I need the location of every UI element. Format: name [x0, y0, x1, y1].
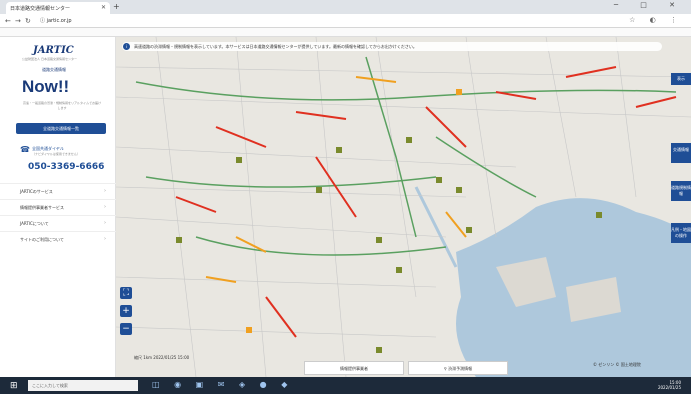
- incident-marker: [406, 137, 412, 143]
- river: [414, 186, 458, 268]
- zoom-in-button[interactable]: +: [120, 305, 132, 317]
- back-icon[interactable]: ←: [5, 17, 11, 25]
- incident-marker: [236, 157, 242, 163]
- jartic-logo[interactable]: JARTIC: [33, 45, 74, 56]
- logo-subtitle: 公益財団法人 日本道路交通情報センター: [22, 57, 77, 61]
- incident-marker: [376, 237, 382, 243]
- chevron-right-icon: ›: [104, 236, 106, 242]
- info-banner: i 高速道路の渋滞情報・規制情報を表示しています。本サービスは日本道路交通情報セ…: [122, 42, 662, 51]
- incident-marker: [176, 237, 182, 243]
- menu-item-label: 情報提供事業者サービス: [20, 205, 64, 210]
- tab-title: 日本道路交通情報センター: [10, 6, 71, 12]
- menu-item-about[interactable]: JARTICについて ›: [0, 215, 116, 231]
- taskbar-search-input[interactable]: ここに入力して検索: [28, 380, 138, 391]
- chevron-right-icon: ›: [104, 188, 106, 194]
- all-traffic-info-button[interactable]: 全道路交通情報一覧: [16, 123, 106, 134]
- menu-item-provider-services[interactable]: 情報提供事業者サービス ›: [0, 199, 116, 215]
- phone-number[interactable]: 050-3369-6666: [28, 162, 104, 172]
- menu-item-label: JARTICのサービス: [20, 189, 53, 194]
- new-tab-button[interactable]: +: [113, 2, 120, 11]
- map-canvas[interactable]: [116, 37, 691, 377]
- phone-info: ☎ 全国共通ダイヤル （ナビダイヤルは使用できません） 050-3369-666…: [16, 143, 106, 178]
- traffic-info-button[interactable]: 交通情報: [671, 143, 691, 163]
- phone-subtext: （ナビダイヤルは使用できません）: [32, 152, 80, 156]
- legend-button[interactable]: 凡例・地図の操作: [671, 223, 691, 243]
- fullscreen-icon[interactable]: ⛶: [120, 287, 132, 299]
- window-controls[interactable]: ─ □ ✕: [614, 1, 685, 9]
- info-banner-text: 高速道路の渋滞情報・規制情報を表示しています。本サービスは日本道路交通情報センタ…: [134, 44, 417, 49]
- system-tray-clock[interactable]: 15:00 2022/01/25: [658, 380, 681, 390]
- info-icon: i: [123, 43, 130, 50]
- incident-marker: [456, 187, 462, 193]
- forward-icon[interactable]: →: [15, 17, 21, 25]
- incident-marker: [316, 187, 322, 193]
- map-copyright: © ゼンリン © 国土地理院: [593, 362, 641, 367]
- incident-marker: [596, 212, 602, 218]
- traffic-map[interactable]: i 高速道路の渋滞情報・規制情報を表示しています。本サービスは日本道路交通情報セ…: [116, 37, 691, 377]
- browser-toolbar-icons[interactable]: ☆ ◐ ⋮: [629, 16, 683, 24]
- now-label: 道路交通情報: [42, 67, 66, 72]
- incident-marker: [436, 177, 442, 183]
- congestion-forecast-button[interactable]: ⚲ 渋滞予測情報: [408, 361, 508, 375]
- menu-item-label: サイトのご利用について: [20, 237, 64, 242]
- browser-tab[interactable]: 日本道路交通情報センター ✕: [6, 2, 110, 14]
- incident-marker: [376, 347, 382, 353]
- menu-item-services[interactable]: JARTICのサービス ›: [0, 183, 116, 199]
- now-logo: Now!!: [22, 77, 70, 96]
- tab-close-icon[interactable]: ✕: [101, 4, 106, 11]
- url-field[interactable]: ⓘ jartic.or.jp: [40, 17, 72, 24]
- phone-icon: ☎: [20, 145, 30, 154]
- menu-item-label: JARTICについて: [20, 221, 49, 226]
- address-bar: ← → ↻ ⓘ jartic.or.jp ☆ ◐ ⋮: [0, 14, 691, 28]
- browser-tab-bar: 日本道路交通情報センター ✕ + ─ □ ✕: [0, 0, 691, 14]
- chevron-right-icon: ›: [104, 220, 106, 226]
- map-scale: 縮尺 1km 2022/01/25 15:00: [134, 355, 190, 360]
- provider-button[interactable]: 情報提供事業者: [304, 361, 404, 375]
- sidebar: JARTIC 公益財団法人 日本道路交通情報センター 道路交通情報 Now!! …: [0, 37, 116, 377]
- reload-icon[interactable]: ↻: [25, 17, 31, 25]
- road-regulation-button[interactable]: 道路規制情報: [671, 181, 691, 201]
- clock-date: 2022/01/25: [657, 385, 681, 390]
- incident-marker: [466, 227, 472, 233]
- chevron-right-icon: ›: [104, 204, 106, 210]
- windows-start-icon[interactable]: ⊞: [10, 381, 18, 391]
- taskbar-app-icons[interactable]: ◫ ◉ ▣ ✉ ◈ ● ◆: [152, 380, 293, 389]
- incident-marker: [396, 267, 402, 273]
- now-description: 高速・一般道路の渋滞・規制情報をリアルタイムでお届けします: [23, 101, 101, 110]
- bookmarks-bar: アプリYahoo! JAPAN道路交通情報GoogleYouTubeGmail翻…: [0, 28, 691, 37]
- display-button[interactable]: 表示: [671, 73, 691, 85]
- warning-marker: [246, 327, 252, 333]
- zoom-out-button[interactable]: −: [120, 323, 132, 335]
- incident-marker: [336, 147, 342, 153]
- windows-taskbar: ⊞ ここに入力して検索 ◫ ◉ ▣ ✉ ◈ ● ◆ 15:00 2022/01/…: [0, 377, 691, 394]
- warning-marker: [456, 89, 462, 95]
- menu-item-site-usage[interactable]: サイトのご利用について ›: [0, 231, 116, 247]
